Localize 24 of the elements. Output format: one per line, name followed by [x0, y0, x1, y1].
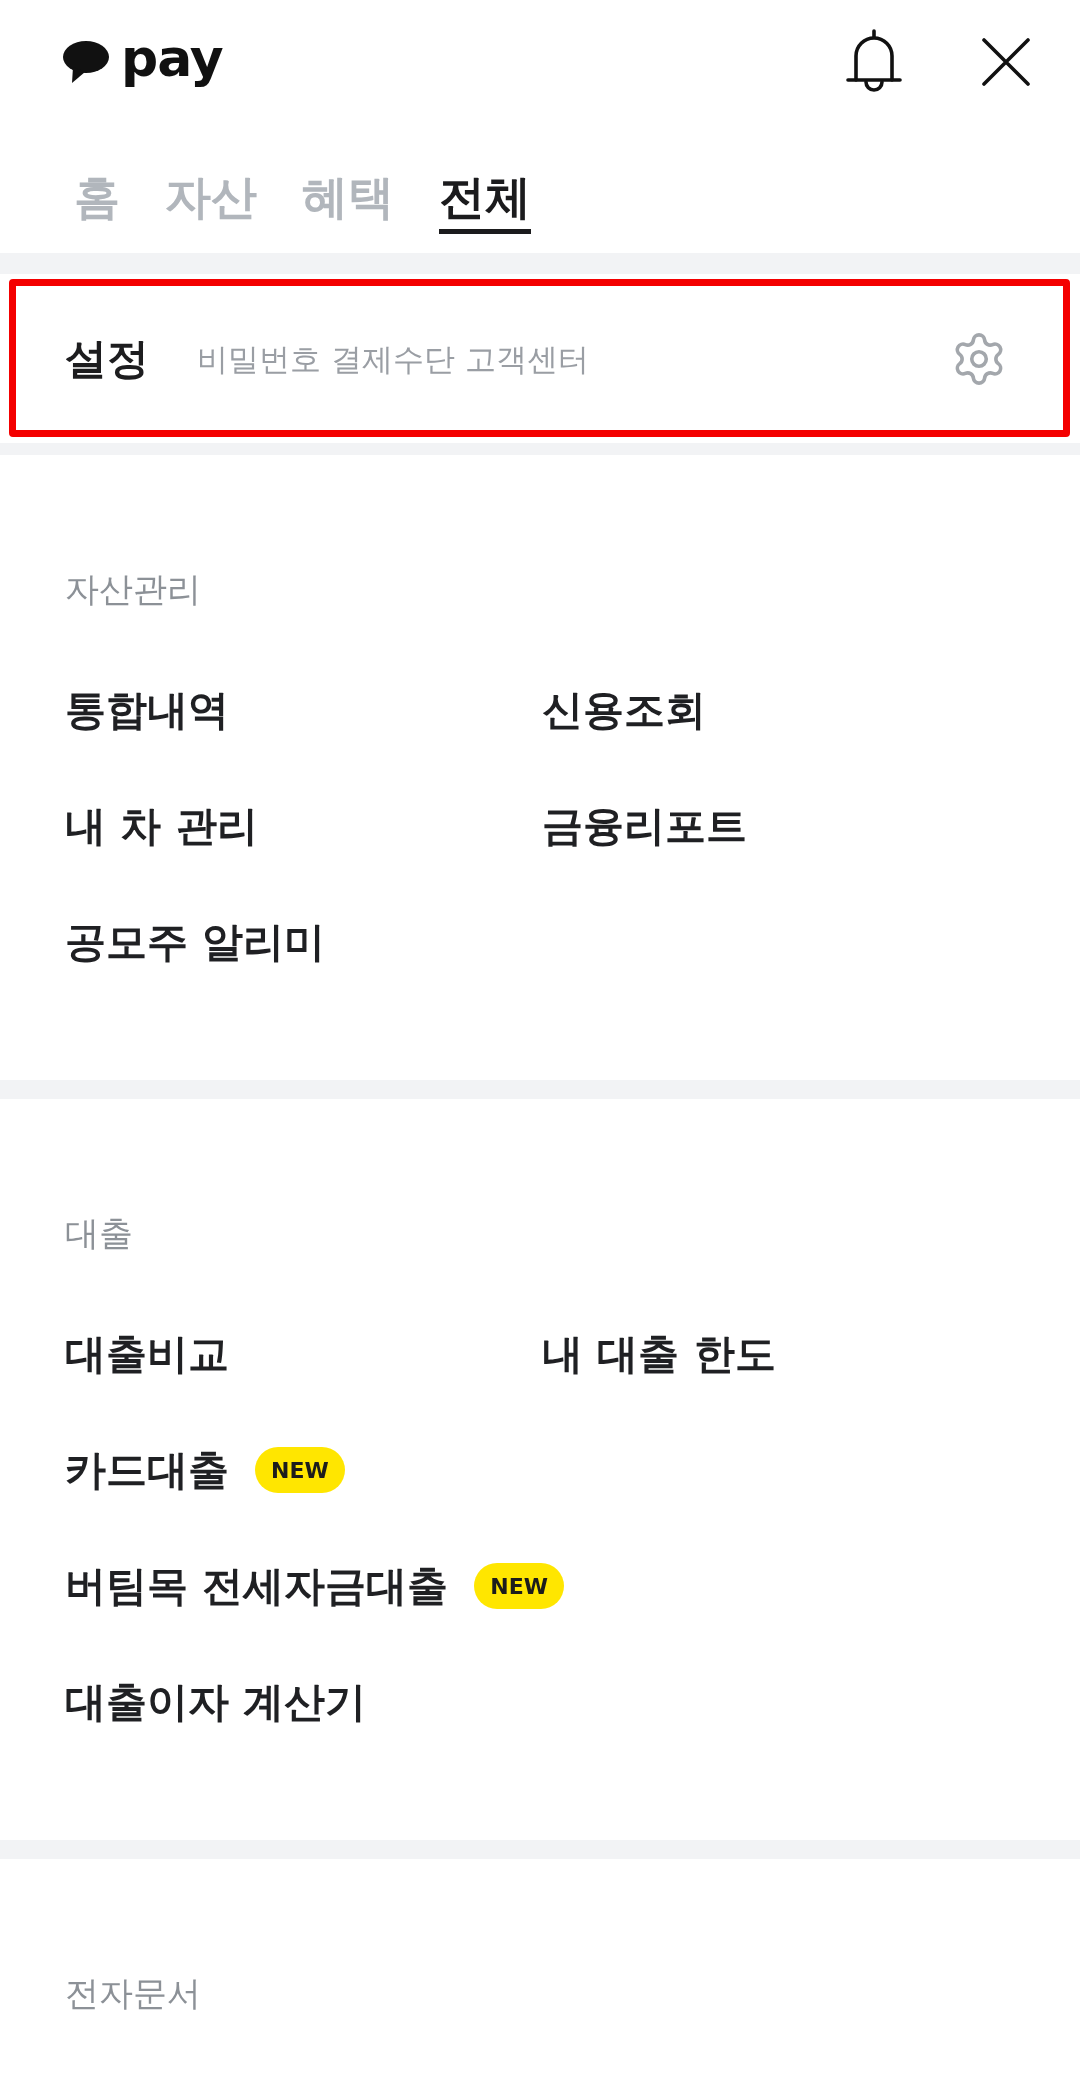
section-label: 전자문서	[65, 1972, 201, 2015]
menu-item[interactable]: 대출비교	[65, 1328, 229, 1380]
menu-item[interactable]: 금융리포트	[542, 800, 747, 852]
menu-item[interactable]: 신용조회	[542, 684, 706, 736]
section-label: 대출	[65, 1212, 133, 1255]
bell-icon	[846, 29, 902, 95]
menu-item[interactable]: 공모주 알리미	[65, 916, 326, 968]
menu-item[interactable]: 대출이자 계산기	[65, 1676, 367, 1728]
logo-text: pay	[121, 28, 223, 88]
menu-item[interactable]: 버팀목 전세자금대출	[65, 1560, 449, 1612]
close-button[interactable]	[982, 38, 1030, 86]
new-badge: NEW	[255, 1447, 345, 1493]
settings-subtitle: 비밀번호 결제수단 고객센터	[197, 339, 589, 379]
settings-title: 설정	[65, 332, 149, 385]
section-label: 자산관리	[65, 568, 201, 611]
speech-bubble-icon	[63, 41, 109, 83]
menu-item[interactable]: 통합내역	[65, 684, 229, 736]
close-icon	[982, 38, 1030, 86]
menu-item[interactable]: 카드대출	[65, 1444, 229, 1496]
notification-button[interactable]	[846, 29, 902, 95]
menu-item[interactable]: 내 차 관리	[65, 800, 258, 852]
tab[interactable]: 전체	[439, 169, 531, 234]
menu-item[interactable]: 내 대출 한도	[542, 1328, 776, 1380]
new-badge: NEW	[474, 1563, 564, 1609]
